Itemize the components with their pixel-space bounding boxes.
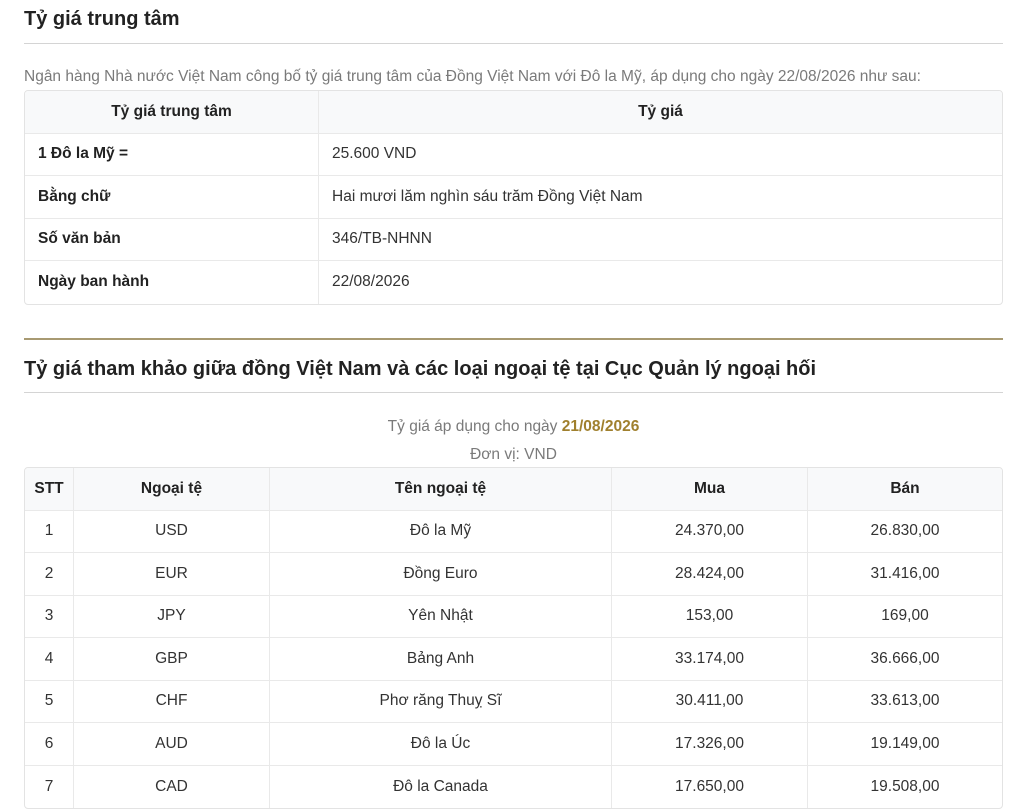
applied-date-value: 21/08/2026 — [561, 418, 640, 435]
cell-buy: 33.174,00 — [611, 638, 807, 681]
central-rate-title-rule — [24, 43, 1003, 44]
cell-sell: 33.613,00 — [807, 680, 1002, 723]
row-value: 25.600 VND — [318, 133, 1002, 176]
row-label: Số văn bản — [25, 219, 318, 261]
cell-buy: 30.411,00 — [611, 680, 807, 723]
central-rate-intro: Ngân hàng Nhà nước Việt Nam công bố tỷ g… — [24, 68, 921, 85]
cell-name: Đô la Canada — [269, 765, 611, 808]
header-buy: Mua — [611, 468, 807, 511]
reference-rates-title-rule — [24, 392, 1003, 393]
reference-rates-header-row: STT Ngoại tệ Tên ngoại tệ Mua Bán — [25, 468, 1002, 511]
cell-code: JPY — [73, 595, 269, 638]
central-rate-header-label: Tỷ giá trung tâm — [25, 91, 318, 134]
section-divider — [24, 338, 1003, 340]
cell-code: USD — [73, 510, 269, 553]
applied-date-line: Tỷ giá áp dụng cho ngày 21/08/2026 — [24, 418, 1003, 436]
table-row: 6 AUD Đô la Úc 17.326,00 19.149,00 — [25, 723, 1002, 766]
table-row: 1 USD Đô la Mỹ 24.370,00 26.830,00 — [25, 510, 1002, 553]
central-rate-header-value: Tỷ giá — [318, 91, 1002, 134]
reference-rates-table: STT Ngoại tệ Tên ngoại tệ Mua Bán 1 USD … — [24, 467, 1003, 809]
cell-sell: 36.666,00 — [807, 638, 1002, 681]
cell-stt: 5 — [25, 681, 73, 723]
central-rate-row-usd: 1 Đô la Mỹ = 25.600 VND — [25, 133, 1002, 176]
cell-sell: 19.149,00 — [807, 723, 1002, 766]
header-stt: STT — [25, 468, 73, 511]
row-value: Hai mươi lăm nghìn sáu trăm Đồng Việt Na… — [318, 176, 1002, 219]
central-rate-row-issue-date: Ngày ban hành 22/08/2026 — [25, 261, 1002, 304]
row-value: 346/TB-NHNN — [318, 218, 1002, 261]
central-rate-title: Tỷ giá trung tâm — [24, 8, 180, 30]
cell-sell: 26.830,00 — [807, 510, 1002, 553]
cell-code: CAD — [73, 765, 269, 808]
cell-name: Yên Nhật — [269, 595, 611, 638]
header-currency-name: Tên ngoại tệ — [269, 468, 611, 511]
cell-stt: 7 — [44, 777, 54, 795]
cell-sell: 31.416,00 — [807, 553, 1002, 596]
cell-name: Bảng Anh — [269, 638, 611, 681]
row-label: Ngày ban hành — [38, 273, 150, 291]
central-rate-row-document-no: Số văn bản 346/TB-NHNN — [25, 218, 1002, 261]
table-row: 2 EUR Đồng Euro 28.424,00 31.416,00 — [25, 553, 1002, 596]
row-value: 22/08/2026 — [318, 261, 1002, 304]
central-rate-header-row: Tỷ giá trung tâm Tỷ giá — [25, 91, 1002, 134]
reference-rates-title: Tỷ giá tham khảo giữa đồng Việt Nam và c… — [24, 358, 817, 380]
cell-buy: 17.326,00 — [611, 723, 807, 766]
row-label: 1 Đô la Mỹ = — [25, 134, 318, 176]
cell-stt: 2 — [25, 553, 73, 596]
cell-buy: 17.650,00 — [611, 765, 807, 808]
header-sell: Bán — [807, 468, 1002, 511]
central-rate-table: Tỷ giá trung tâm Tỷ giá 1 Đô la Mỹ = 25.… — [24, 90, 1003, 305]
cell-name: Phơ răng Thuỵ Sĩ — [269, 680, 611, 723]
cell-sell: 169,00 — [807, 595, 1002, 638]
cell-name: Đô la Mỹ — [269, 510, 611, 553]
cell-stt: 1 — [25, 511, 73, 553]
row-label: Bằng chữ — [25, 176, 318, 219]
central-rate-row-in-words: Bằng chữ Hai mươi lăm nghìn sáu trăm Đồn… — [25, 176, 1002, 219]
table-row: 4 GBP Bảng Anh 33.174,00 36.666,00 — [25, 638, 1002, 681]
table-row: 7 CAD Đô la Canada 17.650,00 19.508,00 — [25, 765, 1002, 808]
cell-stt: 6 — [25, 723, 73, 766]
cell-buy: 24.370,00 — [611, 510, 807, 553]
cell-buy: 28.424,00 — [611, 553, 807, 596]
cell-code: GBP — [73, 638, 269, 681]
cell-buy: 153,00 — [611, 595, 807, 638]
applied-date-prefix: Tỷ giá áp dụng cho ngày — [387, 418, 562, 435]
cell-name: Đô la Úc — [269, 723, 611, 766]
table-row: 5 CHF Phơ răng Thuỵ Sĩ 30.411,00 33.613,… — [25, 680, 1002, 723]
cell-stt: 4 — [25, 638, 73, 681]
cell-sell: 19.508,00 — [807, 765, 1002, 808]
header-currency-code: Ngoại tệ — [73, 468, 269, 511]
cell-stt: 3 — [25, 596, 73, 638]
cell-code: CHF — [73, 680, 269, 723]
cell-code: AUD — [73, 723, 269, 766]
cell-code: EUR — [73, 553, 269, 596]
cell-name: Đồng Euro — [269, 553, 611, 596]
unit-line: Đơn vị: VND — [470, 446, 557, 463]
table-row: 3 JPY Yên Nhật 153,00 169,00 — [25, 595, 1002, 638]
